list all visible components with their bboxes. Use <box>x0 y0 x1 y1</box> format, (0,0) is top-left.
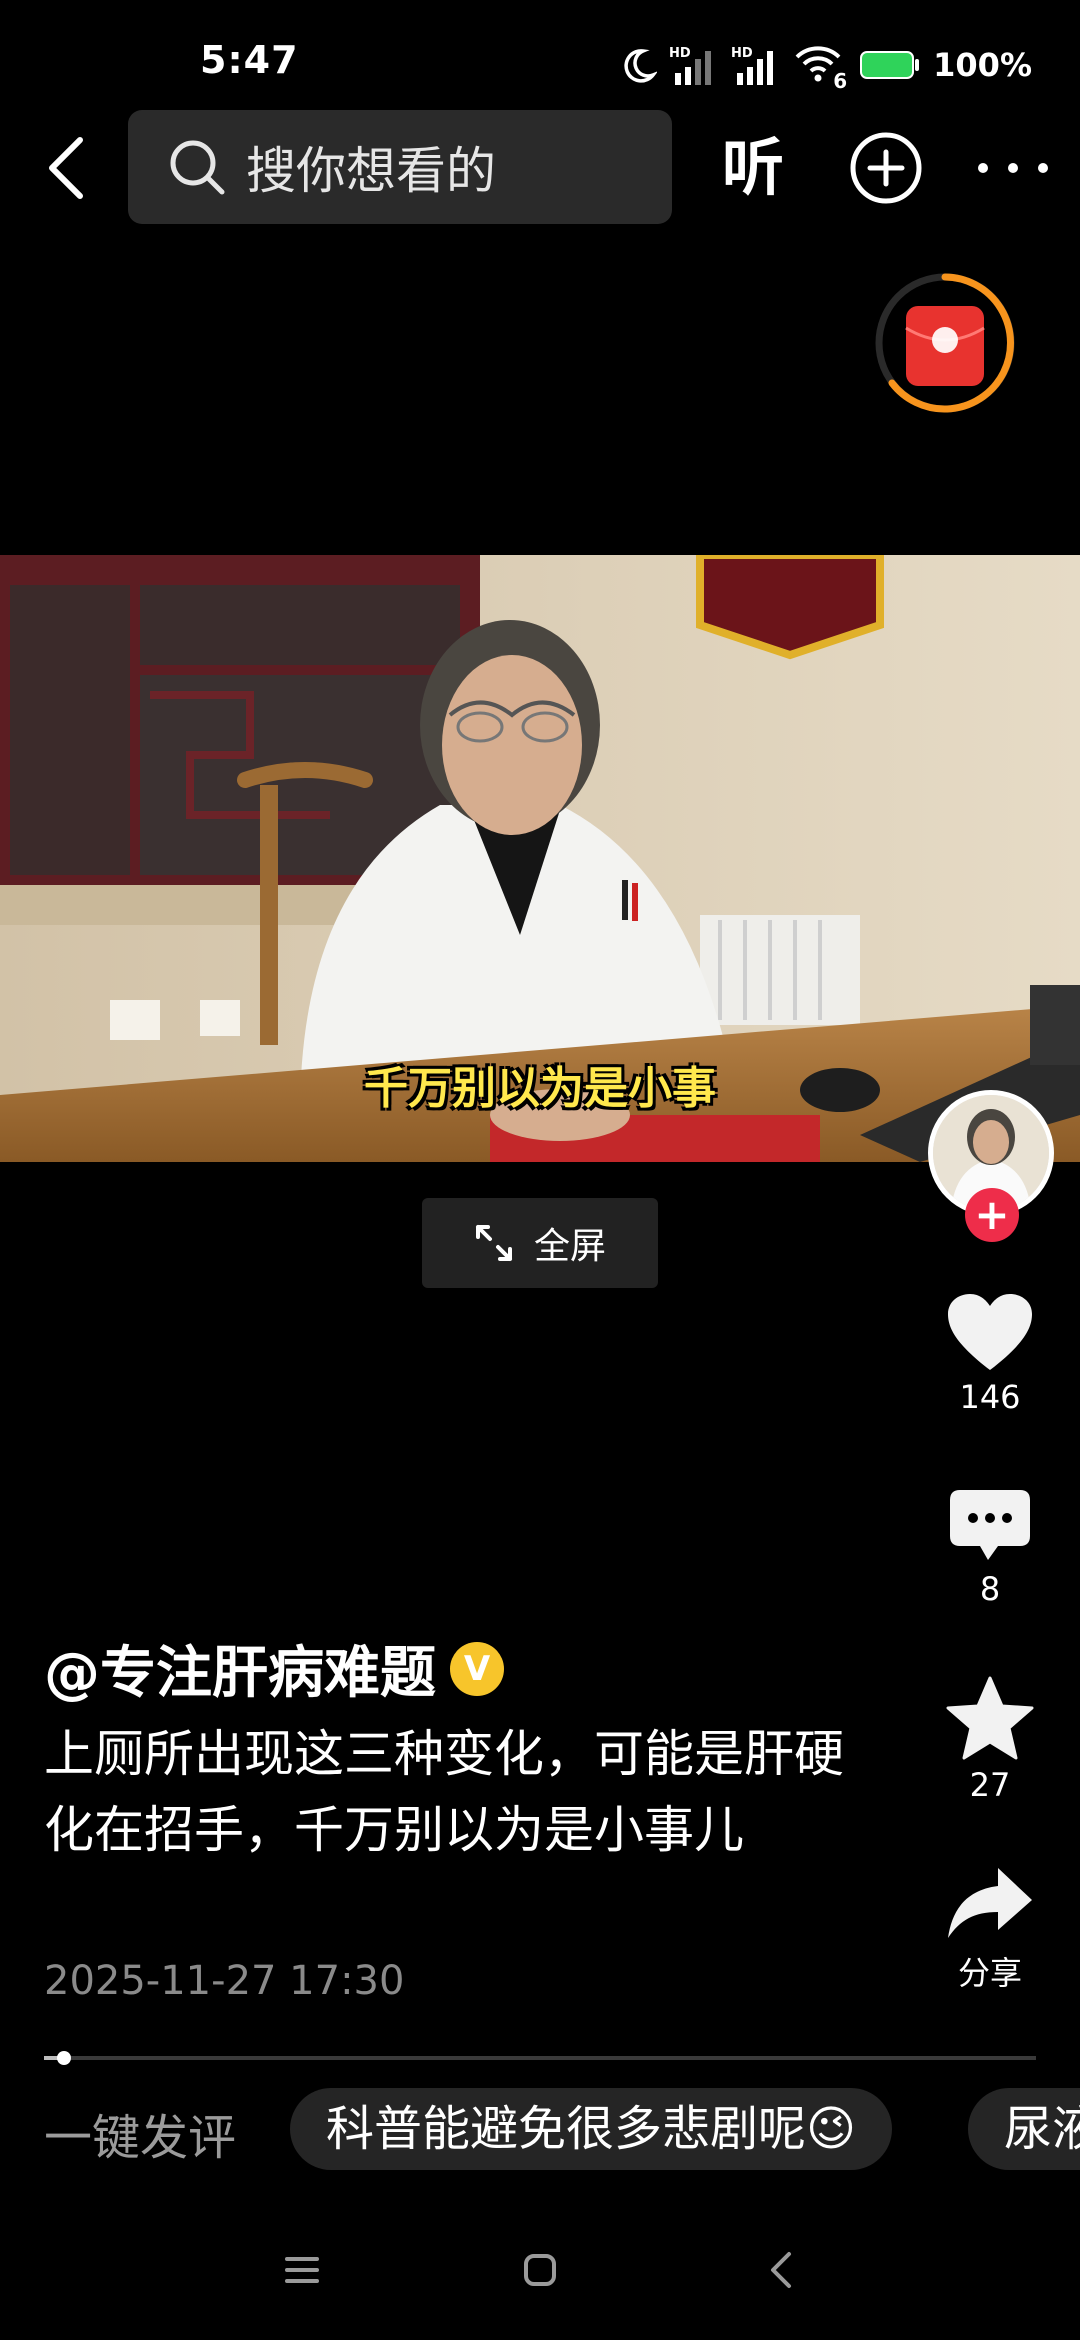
share-arrow-icon <box>948 1868 1032 1938</box>
video-progress-bar[interactable] <box>44 2051 1036 2065</box>
verified-badge: V <box>450 1641 504 1696</box>
progress-handle[interactable] <box>56 2051 71 2065</box>
dot-icon <box>978 163 988 173</box>
comment-button[interactable]: 8 <box>930 1488 1050 1608</box>
red-packet-icon <box>875 273 1015 413</box>
status-icons: HD HD 6 100% <box>617 40 1080 93</box>
quick-comment-bar: 一键发评 科普能避免很多悲剧呢😉 尿液 <box>0 2088 1080 2172</box>
menu-icon <box>285 2257 319 2283</box>
heart-icon <box>948 1294 1032 1370</box>
search-placeholder: 搜你想看的 <box>246 142 496 200</box>
search-bar[interactable]: 搜你想看的 <box>128 110 672 224</box>
moon-icon <box>624 49 658 83</box>
share-label: 分享 <box>957 1954 1022 1992</box>
share-button[interactable]: 分享 <box>930 1866 1050 1994</box>
top-nav: 搜你想看的 听 <box>0 108 1080 228</box>
more-options-button[interactable] <box>978 138 1048 198</box>
fullscreen-label: 全屏 <box>533 1226 606 1267</box>
quick-comment-chip[interactable]: 尿液 <box>968 2088 1080 2170</box>
home-nav-button[interactable] <box>510 2240 570 2300</box>
search-icon <box>170 140 225 195</box>
favorite-count: 27 <box>969 1766 1011 1804</box>
wifi-indicator: 6 <box>793 43 847 93</box>
back-button[interactable] <box>26 128 106 208</box>
red-packet-timer[interactable] <box>870 268 1020 418</box>
svg-text:HD: HD <box>731 46 753 61</box>
listen-button[interactable]: 听 <box>722 128 784 208</box>
author-avatar-wrap[interactable]: + <box>928 1090 1054 1242</box>
dot-icon <box>1038 163 1048 173</box>
battery-icon <box>860 51 920 79</box>
quick-comment-chip[interactable]: 科普能避免很多悲剧呢😉 <box>290 2088 893 2170</box>
back-arrow-icon <box>49 137 83 199</box>
battery-percent: 100% <box>933 46 1032 84</box>
star-icon <box>946 1676 1034 1760</box>
post-date: 2025-11-27 17:30 <box>44 1958 405 2004</box>
post-description: 上厕所出现这三种变化，可能是肝硬化在招手，千万别以为是小事儿 <box>44 1725 844 1859</box>
follow-button[interactable]: + <box>965 1188 1019 1242</box>
plus-circle-icon <box>850 132 922 204</box>
comment-count: 8 <box>979 1570 1001 1608</box>
dot-icon <box>1008 163 1018 173</box>
svg-text:HD: HD <box>669 46 691 61</box>
like-count: 146 <box>959 1378 1021 1416</box>
favorite-button[interactable]: 27 <box>930 1676 1050 1804</box>
author-name-row[interactable]: @专注肝病难题 V <box>44 1628 504 1709</box>
fullscreen-button[interactable]: 全屏 <box>422 1198 658 1288</box>
back-chevron-icon <box>771 2252 791 2288</box>
like-button[interactable]: 146 <box>930 1292 1050 1416</box>
back-nav-button[interactable] <box>750 2240 810 2300</box>
status-time: 5:47 <box>200 38 299 82</box>
signal-hd-icon-2: HD <box>731 46 774 85</box>
comment-icon <box>950 1490 1030 1560</box>
author-name[interactable]: @专注肝病难题 <box>44 1628 436 1709</box>
signal-hd-icon: HD <box>669 46 712 85</box>
wifi-label: 6 <box>833 69 848 93</box>
quick-comment-label: 一键发评 <box>44 2110 237 2166</box>
home-square-icon <box>524 2254 556 2286</box>
video-subtitle: 千万别以为是小事 <box>364 1063 716 1114</box>
status-bar: 5:47 HD HD 6 100% <box>0 0 1080 120</box>
add-button[interactable] <box>846 128 926 208</box>
expand-icon <box>475 1225 512 1261</box>
system-nav-bar <box>0 2230 1080 2310</box>
menu-nav-button[interactable] <box>272 2240 332 2300</box>
